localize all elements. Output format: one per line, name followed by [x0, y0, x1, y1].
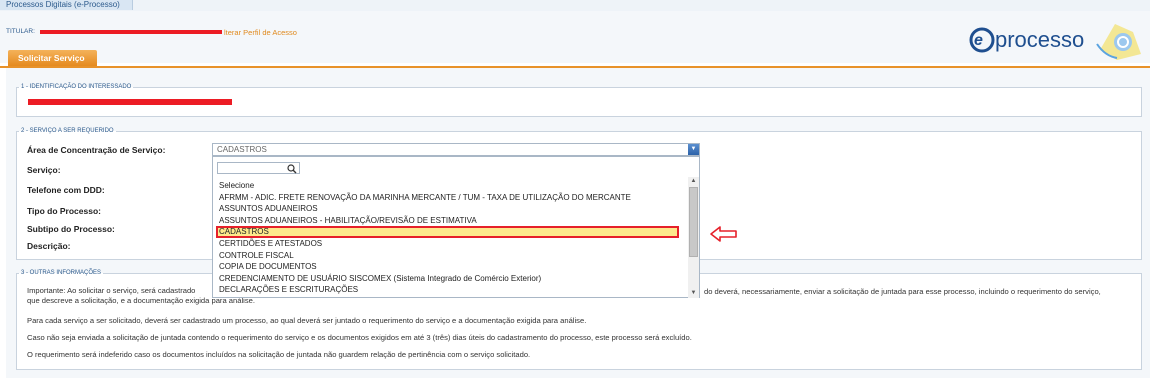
logo-text: processo [995, 27, 1084, 52]
dropdown-option[interactable]: Selecione [213, 180, 689, 192]
dropdown-option[interactable]: CERTIDÕES E ATESTADOS [213, 238, 689, 250]
dropdown-options: Selecione AFRMM - ADIC. FRETE RENOVAÇÃO D… [213, 180, 689, 296]
dropdown-option[interactable]: CADASTROS [216, 226, 679, 238]
section-servico-legend: 2 - SERVIÇO A SER REQUERIDO [21, 128, 114, 134]
area-concentracao-select[interactable]: CADASTROS ▼ [212, 143, 700, 156]
scroll-up-icon[interactable]: ▲ [688, 177, 699, 186]
app-tab-title[interactable]: Processos Digitais (e-Processo) [0, 0, 133, 10]
redacted-titular-name [40, 30, 222, 34]
label-tipo-processo: Tipo do Processo: [27, 206, 101, 216]
dropdown-option[interactable]: ASSUNTOS ADUANEIROS [213, 203, 689, 215]
alterar-perfil-link[interactable]: lterar Perfil de Acesso [224, 28, 297, 37]
redacted-interessado [28, 99, 232, 105]
area-dropdown-list[interactable]: Selecione AFRMM - ADIC. FRETE RENOVAÇÃO D… [212, 156, 700, 298]
search-icon[interactable] [287, 164, 297, 174]
dropdown-option[interactable]: COPIA DE DOCUMENTOS [213, 261, 689, 273]
info-para1-right: do deverá, necessariamente, enviar a sol… [704, 287, 1101, 296]
label-telefone: Telefone com DDD: [27, 185, 105, 195]
label-area-concentracao: Área de Concentração de Serviço: [27, 145, 166, 155]
titular-label: TITULAR: [6, 28, 35, 35]
info-para4: O requerimento será indeferido caso os d… [27, 350, 531, 359]
dropdown-search-input[interactable] [217, 162, 300, 174]
annotation-arrow-icon [710, 226, 737, 242]
info-para2: Para cada serviço a ser solicitado, deve… [27, 316, 587, 325]
info-para3: Caso não seja enviada a solicitação de j… [27, 333, 692, 342]
label-subtipo-processo: Subtipo do Processo: [27, 224, 115, 234]
section-outras-legend: 3 - OUTRAS INFORMAÇÕES [21, 270, 102, 276]
label-descricao: Descrição: [27, 241, 71, 251]
section-identificacao-legend: 1 - IDENTIFICAÇÃO DO INTERESSADO [21, 84, 132, 90]
dropdown-option[interactable]: CONTROLE FISCAL [213, 250, 689, 262]
dropdown-option[interactable]: DECLARAÇÕES E ESCRITURAÇÕES [213, 284, 689, 296]
label-servico: Serviço: [27, 165, 61, 175]
dropdown-scrollbar[interactable]: ▲ ▼ [688, 177, 699, 298]
dropdown-arrow-icon[interactable]: ▼ [688, 144, 699, 155]
dropdown-option[interactable]: CREDENCIAMENTO DE USUÁRIO SISCOMEX (Sist… [213, 273, 689, 285]
scroll-thumb[interactable] [689, 187, 698, 257]
scroll-down-icon[interactable]: ▼ [688, 289, 699, 298]
dropdown-option[interactable]: AFRMM - ADIC. FRETE RENOVAÇÃO DA MARINHA… [213, 192, 689, 204]
tab-solicitar-servico[interactable]: Solicitar Serviço [8, 50, 97, 66]
tab-row [0, 50, 1150, 68]
info-para1-left: Importante: Ao solicitar o serviço, será… [27, 286, 196, 295]
area-select-value: CADASTROS [217, 145, 267, 154]
dropdown-option[interactable]: ASSUNTOS ADUANEIROS - HABILITAÇÃO/REVISÃ… [213, 215, 689, 227]
svg-text:e: e [974, 32, 983, 49]
